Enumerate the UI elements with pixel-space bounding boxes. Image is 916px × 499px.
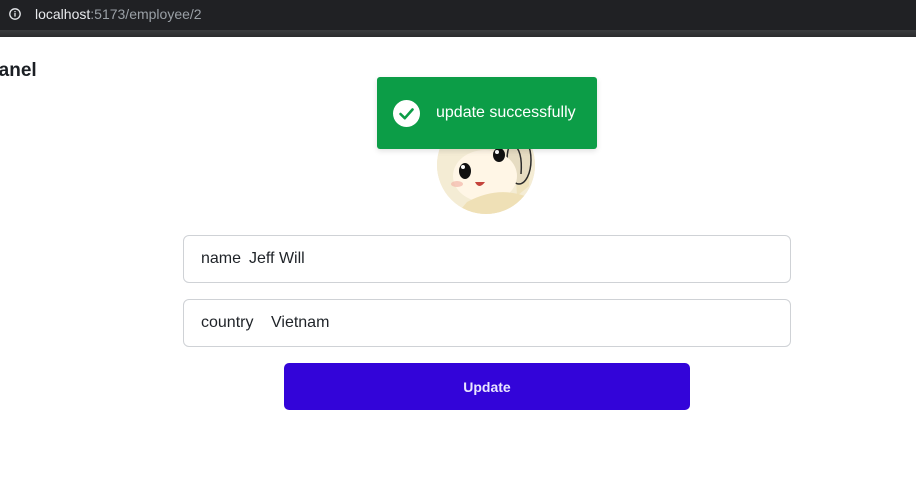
page-title: Panel [0, 60, 37, 81]
url-host: localhost [35, 6, 91, 22]
update-button[interactable]: Update [284, 363, 690, 410]
name-input[interactable] [249, 245, 778, 273]
url-path: :5173/employee/2 [90, 6, 202, 22]
toast-message: update successfully [436, 104, 576, 121]
browser-address-bar: localhost:5173/employee/2 [0, 0, 916, 30]
name-label: name [201, 250, 242, 267]
check-circle-icon [393, 100, 420, 127]
toolbar-divider [0, 30, 916, 37]
country-input[interactable] [271, 309, 778, 337]
success-toast: update successfully [377, 77, 597, 149]
info-icon[interactable] [9, 8, 21, 20]
country-label: country [201, 314, 254, 331]
url-field[interactable]: localhost:5173/employee/2 [35, 6, 202, 22]
country-field[interactable]: country [183, 299, 791, 347]
name-field[interactable]: name [183, 235, 791, 283]
